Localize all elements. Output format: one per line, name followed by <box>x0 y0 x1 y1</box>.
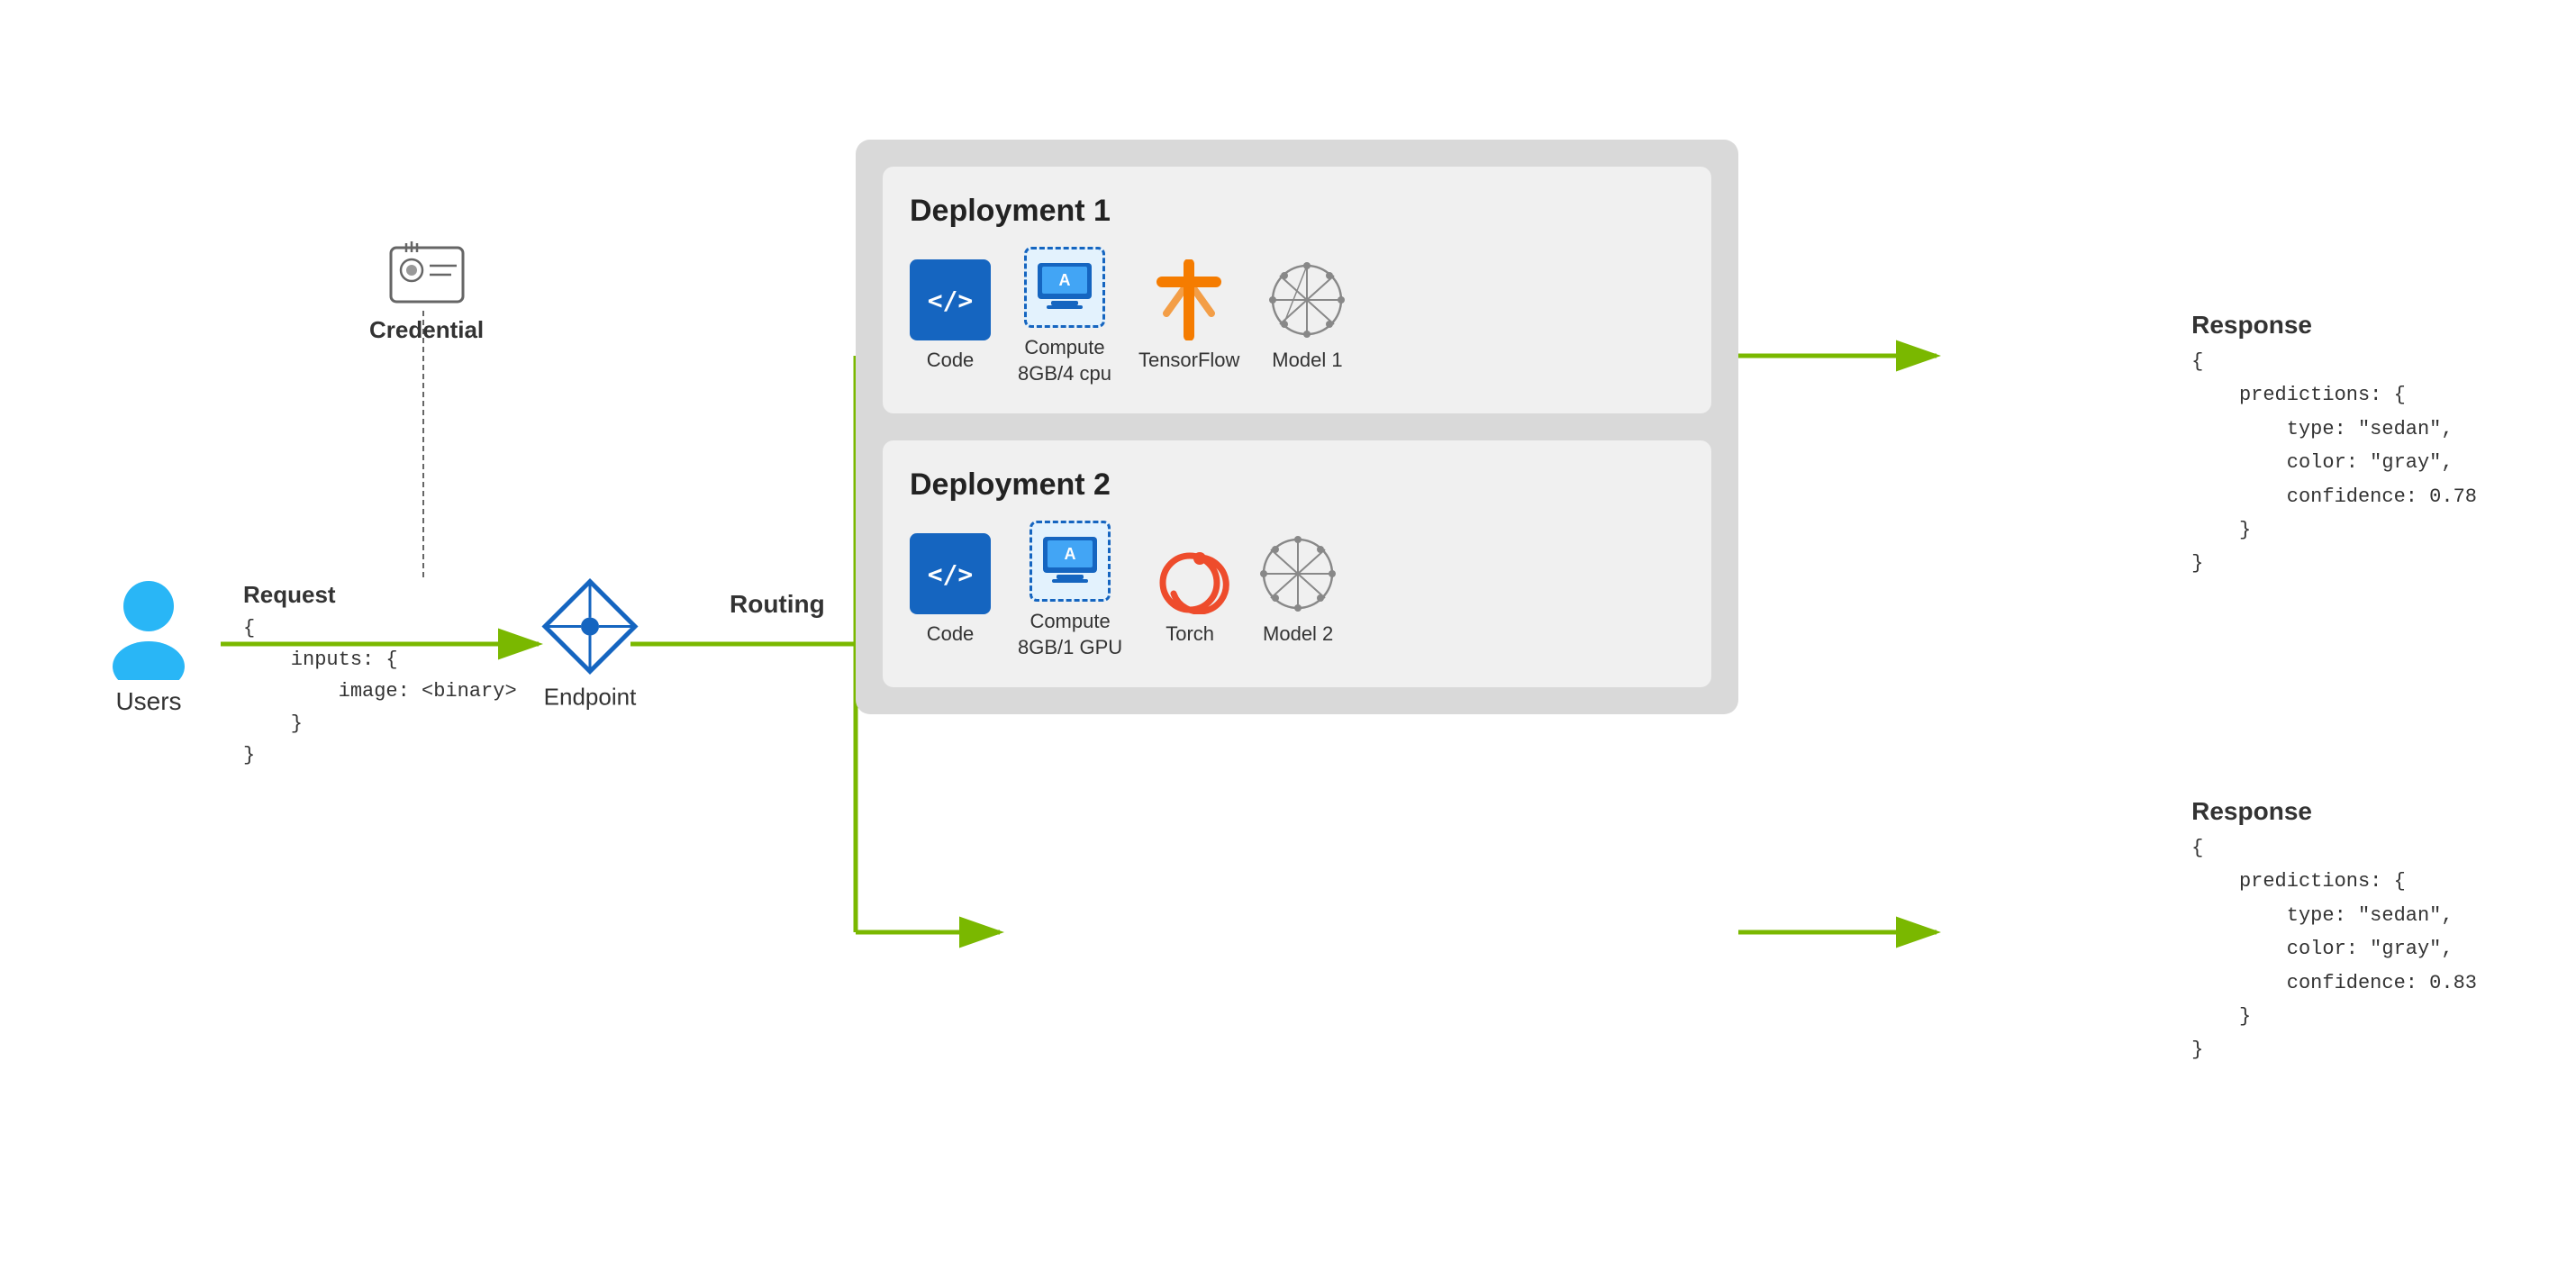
deployment-2-model-icon <box>1257 533 1338 614</box>
deployment-1-tensorflow-icon <box>1148 259 1229 340</box>
deployment-2-compute-label: Compute8GB/1 GPU <box>1018 609 1122 660</box>
svg-text:A: A <box>1058 271 1070 289</box>
deployment-1-framework-label: TensorFlow <box>1138 348 1239 374</box>
deployment-2-code-box: </> Code <box>910 533 991 648</box>
endpoint-section: Endpoint <box>540 577 639 712</box>
deployment-2-code-label: Code <box>927 621 975 648</box>
deployment-1-title: Deployment 1 <box>910 194 1684 229</box>
deployment-1-icons: </> Code A <box>910 247 1684 386</box>
request-code: { inputs: { image: <binary> } } <box>243 612 517 771</box>
user-label: Users <box>115 687 181 716</box>
request-label: Request <box>243 581 517 609</box>
deployment-1-code-box: </> Code <box>910 259 991 374</box>
deployment-1-compute-label: Compute8GB/4 cpu <box>1018 335 1111 386</box>
deployment-1-code-label: Code <box>927 348 975 374</box>
deployment-2-card: Deployment 2 </> Code A <box>883 440 1711 687</box>
deployment-2-framework-label: Torch <box>1166 621 1214 648</box>
deployment-2-title: Deployment 2 <box>910 467 1684 503</box>
user-section: Users <box>99 572 198 716</box>
user-icon <box>99 572 198 680</box>
response-1-section: Response { predictions: { type: "sedan",… <box>2191 311 2477 581</box>
response-1-code: { predictions: { type: "sedan", color: "… <box>2191 345 2477 581</box>
request-section: Request { inputs: { image: <binary> } } <box>243 581 517 771</box>
deployment-2-torch-box: Torch <box>1149 533 1230 648</box>
endpoint-label: Endpoint <box>544 684 637 712</box>
deployment-1-compute-icon: A <box>1024 247 1105 328</box>
deployments-container: Deployment 1 </> Code <box>856 140 1738 714</box>
diagram: Users Credential Request { inputs: { ima… <box>45 59 2531 1229</box>
routing-label: Routing <box>730 590 825 619</box>
deployment-2-icons: </> Code A Compute8 <box>910 521 1684 660</box>
endpoint-icon <box>540 577 639 676</box>
deployment-1-code-icon: </> <box>910 259 991 340</box>
response-2-section: Response { predictions: { type: "sedan",… <box>2191 797 2477 1067</box>
credential-label: Credential <box>369 316 484 344</box>
deployment-2-code-icon: </> <box>910 533 991 614</box>
deployment-1-model-label: Model 1 <box>1272 348 1342 374</box>
response-1-label: Response <box>2191 311 2477 340</box>
deployment-1-model-icon <box>1266 259 1347 340</box>
deployment-2-model-label: Model 2 <box>1263 621 1333 648</box>
deployment-1-compute-box: A Compute8GB/4 cpu <box>1018 247 1111 386</box>
deployment-1-model-box: Model 1 <box>1266 259 1347 374</box>
svg-text:A: A <box>1065 545 1076 563</box>
deployment-2-compute-box: A Compute8GB/1 GPU <box>1018 521 1122 660</box>
credential-section: Credential <box>369 239 484 344</box>
deployment-1-tensorflow-box: TensorFlow <box>1138 259 1239 374</box>
credential-icon <box>386 239 467 311</box>
deployment-2-compute-icon: A <box>1029 521 1111 602</box>
deployment-2-model-box: Model 2 <box>1257 533 1338 648</box>
deployment-2-torch-icon <box>1149 533 1230 614</box>
response-2-code: { predictions: { type: "sedan", color: "… <box>2191 831 2477 1067</box>
response-2-label: Response <box>2191 797 2477 826</box>
deployment-1-card: Deployment 1 </> Code <box>883 167 1711 413</box>
